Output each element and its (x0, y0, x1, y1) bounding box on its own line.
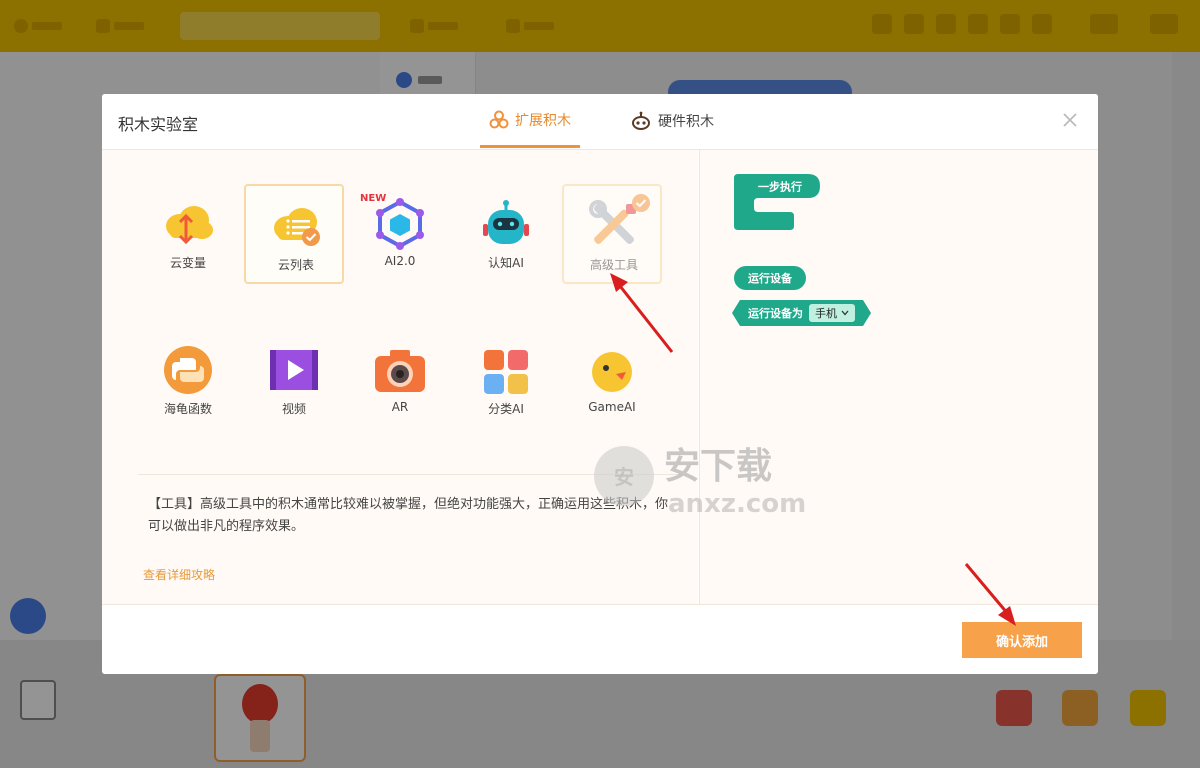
extension-label: 云列表 (277, 258, 314, 272)
block-lab-dialog: 积木实验室 扩展积木 硬件积木 云变量 云列表 NEW AI2.0 认知AI 高… (102, 94, 1098, 674)
selected-check-icon (632, 194, 650, 212)
extension-card-turtle[interactable]: 海龟函数 (138, 330, 238, 430)
confirm-add-button[interactable]: 确认添加 (962, 622, 1082, 658)
extension-label: AI2.0 (384, 254, 416, 268)
extension-card-advanced-tools[interactable]: 高级工具 (562, 184, 662, 284)
device-dropdown[interactable]: 手机 (809, 304, 855, 322)
selected-check-icon (302, 228, 320, 246)
device-dropdown-value: 手机 (815, 307, 837, 320)
extension-label: AR (391, 400, 409, 414)
block-step-label: 一步执行 (758, 180, 802, 194)
game-ai-icon (592, 352, 632, 392)
extension-card-cloud-variable[interactable]: 云变量 (138, 184, 238, 284)
extension-card-cognitive-ai[interactable]: 认知AI (456, 184, 556, 284)
watermark-domain: anxz.com (668, 489, 806, 519)
dialog-title: 积木实验室 (118, 115, 199, 134)
watermark-text: 安下载 (664, 446, 772, 487)
extension-label: 认知AI (488, 256, 524, 270)
close-icon[interactable] (1060, 110, 1080, 130)
extension-label: 视频 (281, 402, 306, 416)
extension-card-classification-ai[interactable]: 分类AI (456, 330, 556, 430)
extension-label: 高级工具 (589, 258, 638, 272)
block-run-device[interactable]: 运行设备 (734, 266, 806, 290)
extension-card-ar[interactable]: AR (350, 330, 450, 430)
extension-label: 分类AI (488, 402, 524, 416)
tab-hardware-label: 硬件积木 (658, 114, 714, 130)
block-run-device-as[interactable]: 运行设备为 手机 (732, 300, 871, 326)
watermark-logo: 安 安下载 anxz.com (594, 446, 806, 519)
tab-hardware-blocks[interactable]: 硬件积木 (622, 94, 722, 148)
hardware-robot-icon (632, 111, 650, 130)
extension-card-game-ai[interactable]: GameAI (562, 330, 662, 430)
dialog-footer (102, 604, 1098, 674)
extension-card-video[interactable]: 视频 (244, 330, 344, 430)
svg-text:安: 安 (614, 465, 634, 489)
block-run-device-label: 运行设备 (748, 272, 792, 285)
cognitive-ai-robot-icon (483, 200, 529, 244)
tab-extension-label: 扩展积木 (515, 112, 571, 129)
extension-card-cloud-list[interactable]: 云列表 (244, 184, 344, 284)
block-step-execute[interactable]: 一步执行 (734, 174, 824, 236)
block-run-device-as-label: 运行设备为 (748, 307, 803, 320)
video-icon (270, 350, 318, 390)
chevron-down-icon (841, 310, 849, 316)
tab-extension-blocks[interactable]: 扩展积木 (480, 94, 580, 148)
extension-label: 海龟函数 (163, 402, 212, 416)
extension-label: 云变量 (169, 256, 206, 270)
detailed-guide-link[interactable]: 查看详细攻略 (143, 566, 215, 583)
classification-ai-icon (484, 350, 528, 394)
cloud-variable-icon (166, 206, 213, 245)
ar-camera-icon (375, 350, 425, 392)
python-turtle-icon (164, 346, 212, 394)
ai2-hexagon-icon (376, 198, 424, 250)
extension-label: GameAI (588, 400, 636, 414)
dialog-header: 积木实验室 扩展积木 硬件积木 (102, 94, 1098, 150)
extension-card-ai2[interactable]: AI2.0 (350, 184, 450, 284)
extension-icon (489, 110, 509, 128)
